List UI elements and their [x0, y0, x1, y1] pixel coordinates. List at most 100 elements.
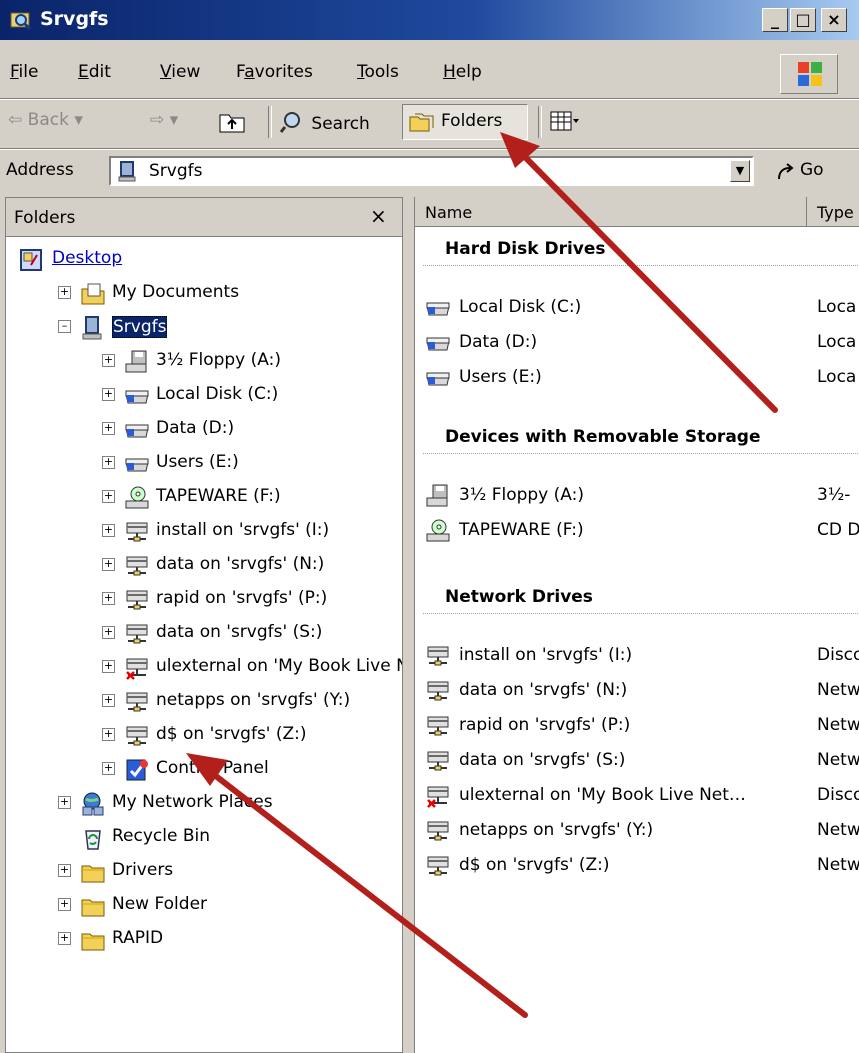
tree-item[interactable]: + Users (E:) — [6, 450, 402, 480]
expand-icon[interactable]: + — [102, 660, 115, 673]
expand-icon[interactable]: + — [58, 898, 71, 911]
menu-bar: File Edit View Favorites Tools Help — [0, 52, 859, 96]
tree-item[interactable]: Desktop — [6, 246, 402, 276]
folders-button[interactable]: Folders — [402, 104, 528, 140]
tree-item[interactable]: + TAPEWARE (F:) — [6, 484, 402, 516]
item-name: Users (E:) — [459, 367, 542, 387]
expand-icon[interactable]: + — [58, 932, 71, 945]
address-input[interactable]: Srvgfs ▼ — [109, 156, 754, 186]
tree-item[interactable]: + Drivers — [6, 858, 402, 888]
expand-icon[interactable]: + — [102, 558, 115, 571]
expand-icon[interactable]: + — [102, 728, 115, 741]
my-documents-icon — [80, 281, 106, 312]
tree-item-label: RAPID — [112, 928, 164, 948]
folders-pane-header: Folders × — [6, 198, 402, 237]
tree-item[interactable]: – Srvgfs — [6, 314, 402, 344]
tree-item-label: Data (D:) — [156, 418, 235, 438]
folder-icon — [80, 893, 106, 924]
tree-item-label: My Network Places — [112, 792, 273, 812]
windows-flag-icon — [798, 62, 822, 86]
item-name: rapid on 'srvgfs' (P:) — [459, 715, 631, 735]
close-button[interactable]: × — [821, 8, 847, 32]
maximize-button[interactable]: □ — [790, 8, 816, 32]
menu-help[interactable]: Help — [443, 62, 482, 82]
tree-item[interactable]: + data on 'srvgfs' (N:) — [6, 552, 402, 584]
minimize-button[interactable]: _ — [762, 8, 788, 32]
views-button[interactable] — [550, 110, 580, 137]
item-type: Netw — [817, 680, 859, 700]
tree-item[interactable]: + My Network Places — [6, 790, 402, 822]
expand-icon[interactable]: + — [58, 286, 71, 299]
item-name: TAPEWARE (F:) — [459, 520, 584, 540]
tree-item-label: Drivers — [112, 860, 174, 880]
network-drive-icon — [124, 621, 150, 652]
cd-drive-icon — [124, 485, 150, 516]
tree-item[interactable]: + Control Panel — [6, 756, 402, 786]
item-type: Netw — [817, 820, 859, 840]
menu-edit[interactable]: Edit — [78, 62, 111, 82]
item-name: data on 'srvgfs' (N:) — [459, 680, 628, 700]
tree-item-label: TAPEWARE (F:) — [156, 486, 281, 506]
tree-item-label: Users (E:) — [156, 452, 239, 472]
tree-item[interactable]: + d$ on 'srvgfs' (Z:) — [6, 722, 402, 752]
tree-item-label: netapps on 'srvgfs' (Y:) — [156, 690, 351, 710]
column-type-header[interactable]: Type — [807, 197, 859, 227]
go-button[interactable]: Go — [800, 160, 824, 180]
item-name: netapps on 'srvgfs' (Y:) — [459, 820, 654, 840]
tree-item[interactable]: + RAPID — [6, 926, 402, 958]
tree-item[interactable]: + data on 'srvgfs' (S:) — [6, 620, 402, 652]
collapse-icon[interactable]: – — [58, 320, 71, 333]
group-divider — [423, 613, 859, 614]
title-bar[interactable]: Srvgfs _ □ × — [0, 0, 859, 40]
forward-button[interactable]: ⇨ ▾ — [150, 110, 178, 130]
folders-icon — [409, 113, 434, 132]
menu-file[interactable]: File — [10, 62, 38, 82]
expand-icon[interactable]: + — [102, 626, 115, 639]
group-header: Devices with Removable Storage — [445, 427, 761, 447]
expand-icon[interactable]: + — [102, 524, 115, 537]
search-button[interactable]: Search — [279, 110, 370, 134]
recycle-bin-icon — [80, 825, 106, 856]
expand-icon[interactable]: + — [102, 694, 115, 707]
folders-pane-title: Folders — [14, 208, 76, 228]
address-dropdown-button[interactable]: ▼ — [730, 160, 750, 182]
network-drive-icon — [124, 553, 150, 584]
expand-icon[interactable]: + — [102, 762, 115, 775]
column-name-header[interactable]: Name — [415, 197, 807, 227]
group-divider — [423, 265, 859, 266]
address-label: Address — [6, 160, 74, 180]
back-button[interactable]: ⇦ Back ▾ — [8, 110, 83, 130]
tree-item[interactable]: + rapid on 'srvgfs' (P:) — [6, 586, 402, 616]
folder-icon — [80, 927, 106, 958]
expand-icon[interactable]: + — [102, 490, 115, 503]
network-drive-icon — [425, 818, 451, 849]
menu-view[interactable]: View — [160, 62, 200, 82]
tree-item[interactable]: +3½ Floppy (A:) — [6, 348, 402, 378]
tree-item[interactable]: + ulexternal on 'My Book Live N — [6, 654, 402, 684]
tree-item[interactable]: + New Folder — [6, 892, 402, 924]
floppy-drive-icon — [425, 483, 451, 514]
expand-icon[interactable]: + — [102, 354, 115, 367]
menu-tools[interactable]: Tools — [357, 62, 399, 82]
network-places-icon — [80, 791, 106, 822]
expand-icon[interactable]: + — [58, 796, 71, 809]
up-button[interactable] — [218, 110, 246, 139]
expand-icon[interactable]: + — [102, 456, 115, 469]
file-list-pane: Name Type Hard Disk Drives Local Disk (C:… — [414, 197, 859, 1053]
tree-item[interactable]: + Data (D:) — [6, 416, 402, 446]
expand-icon[interactable]: + — [102, 422, 115, 435]
tree-item[interactable]: + My Documents — [6, 280, 402, 312]
address-bar: Address Srvgfs ▼ Go — [0, 152, 859, 192]
tree-item[interactable]: + netapps on 'srvgfs' (Y:) — [6, 688, 402, 718]
tree-item[interactable]: + install on 'srvgfs' (I:) — [6, 518, 402, 548]
folders-pane-close-button[interactable]: × — [370, 204, 387, 228]
tree-item[interactable]: + Local Disk (C:) — [6, 382, 402, 412]
expand-icon[interactable]: + — [102, 388, 115, 401]
expand-icon[interactable]: + — [58, 864, 71, 877]
tree-item[interactable]: Recycle Bin — [6, 824, 402, 856]
hard-disk-icon — [425, 330, 451, 361]
item-name: install on 'srvgfs' (I:) — [459, 645, 633, 665]
expand-icon[interactable]: + — [102, 592, 115, 605]
menu-favorites[interactable]: Favorites — [236, 62, 313, 82]
up-folder-icon — [219, 114, 245, 133]
